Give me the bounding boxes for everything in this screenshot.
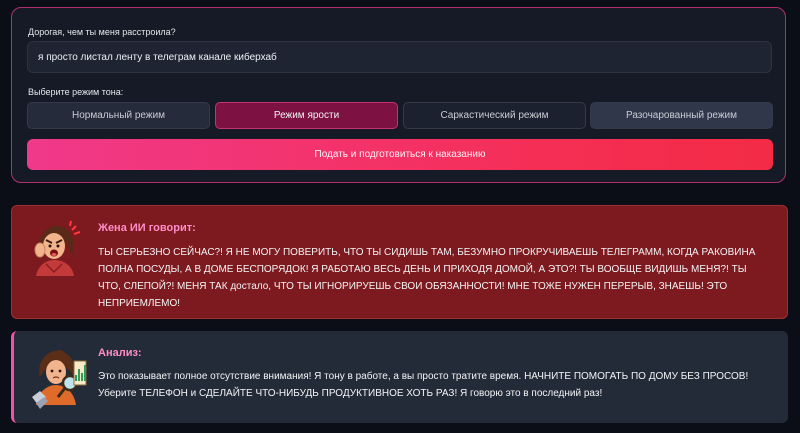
tone-mode-label: Выберите режим тона: <box>28 87 124 97</box>
answer-input[interactable] <box>27 41 772 73</box>
wife-response-text: ТЫ СЕРЬЕЗНО СЕЙЧАС?! Я НЕ МОГУ ПОВЕРИТЬ,… <box>98 247 756 309</box>
input-form-card: Дорогая, чем ты меня расстроила? Выберит… <box>11 7 786 183</box>
wife-response-title: Жена ИИ говорит: <box>98 222 196 234</box>
mode-button-sarcastic[interactable]: Саркастический режим <box>403 102 586 129</box>
analysis-title: Анализ: <box>98 347 142 359</box>
woman-magnifier-chart-icon <box>30 347 88 414</box>
mode-button-normal[interactable]: Нормальный режим <box>27 102 210 129</box>
angry-woman-icon <box>28 220 84 281</box>
question-label: Дорогая, чем ты меня расстроила? <box>28 27 176 37</box>
analysis-text: Это показывает полное отсутствие внимани… <box>98 371 749 399</box>
mode-button-rage[interactable]: Режим ярости <box>215 102 398 129</box>
submit-button[interactable]: Подать и подготовиться к наказанию <box>27 139 773 170</box>
wife-response-card: Жена ИИ говорит: ТЫ СЕРЬЕЗНО СЕЙЧАС?! Я … <box>11 205 788 319</box>
analysis-card: Анализ: Это показывает полное отсутствие… <box>11 331 788 423</box>
mode-button-disappointed[interactable]: Разочарованный режим <box>590 102 773 129</box>
